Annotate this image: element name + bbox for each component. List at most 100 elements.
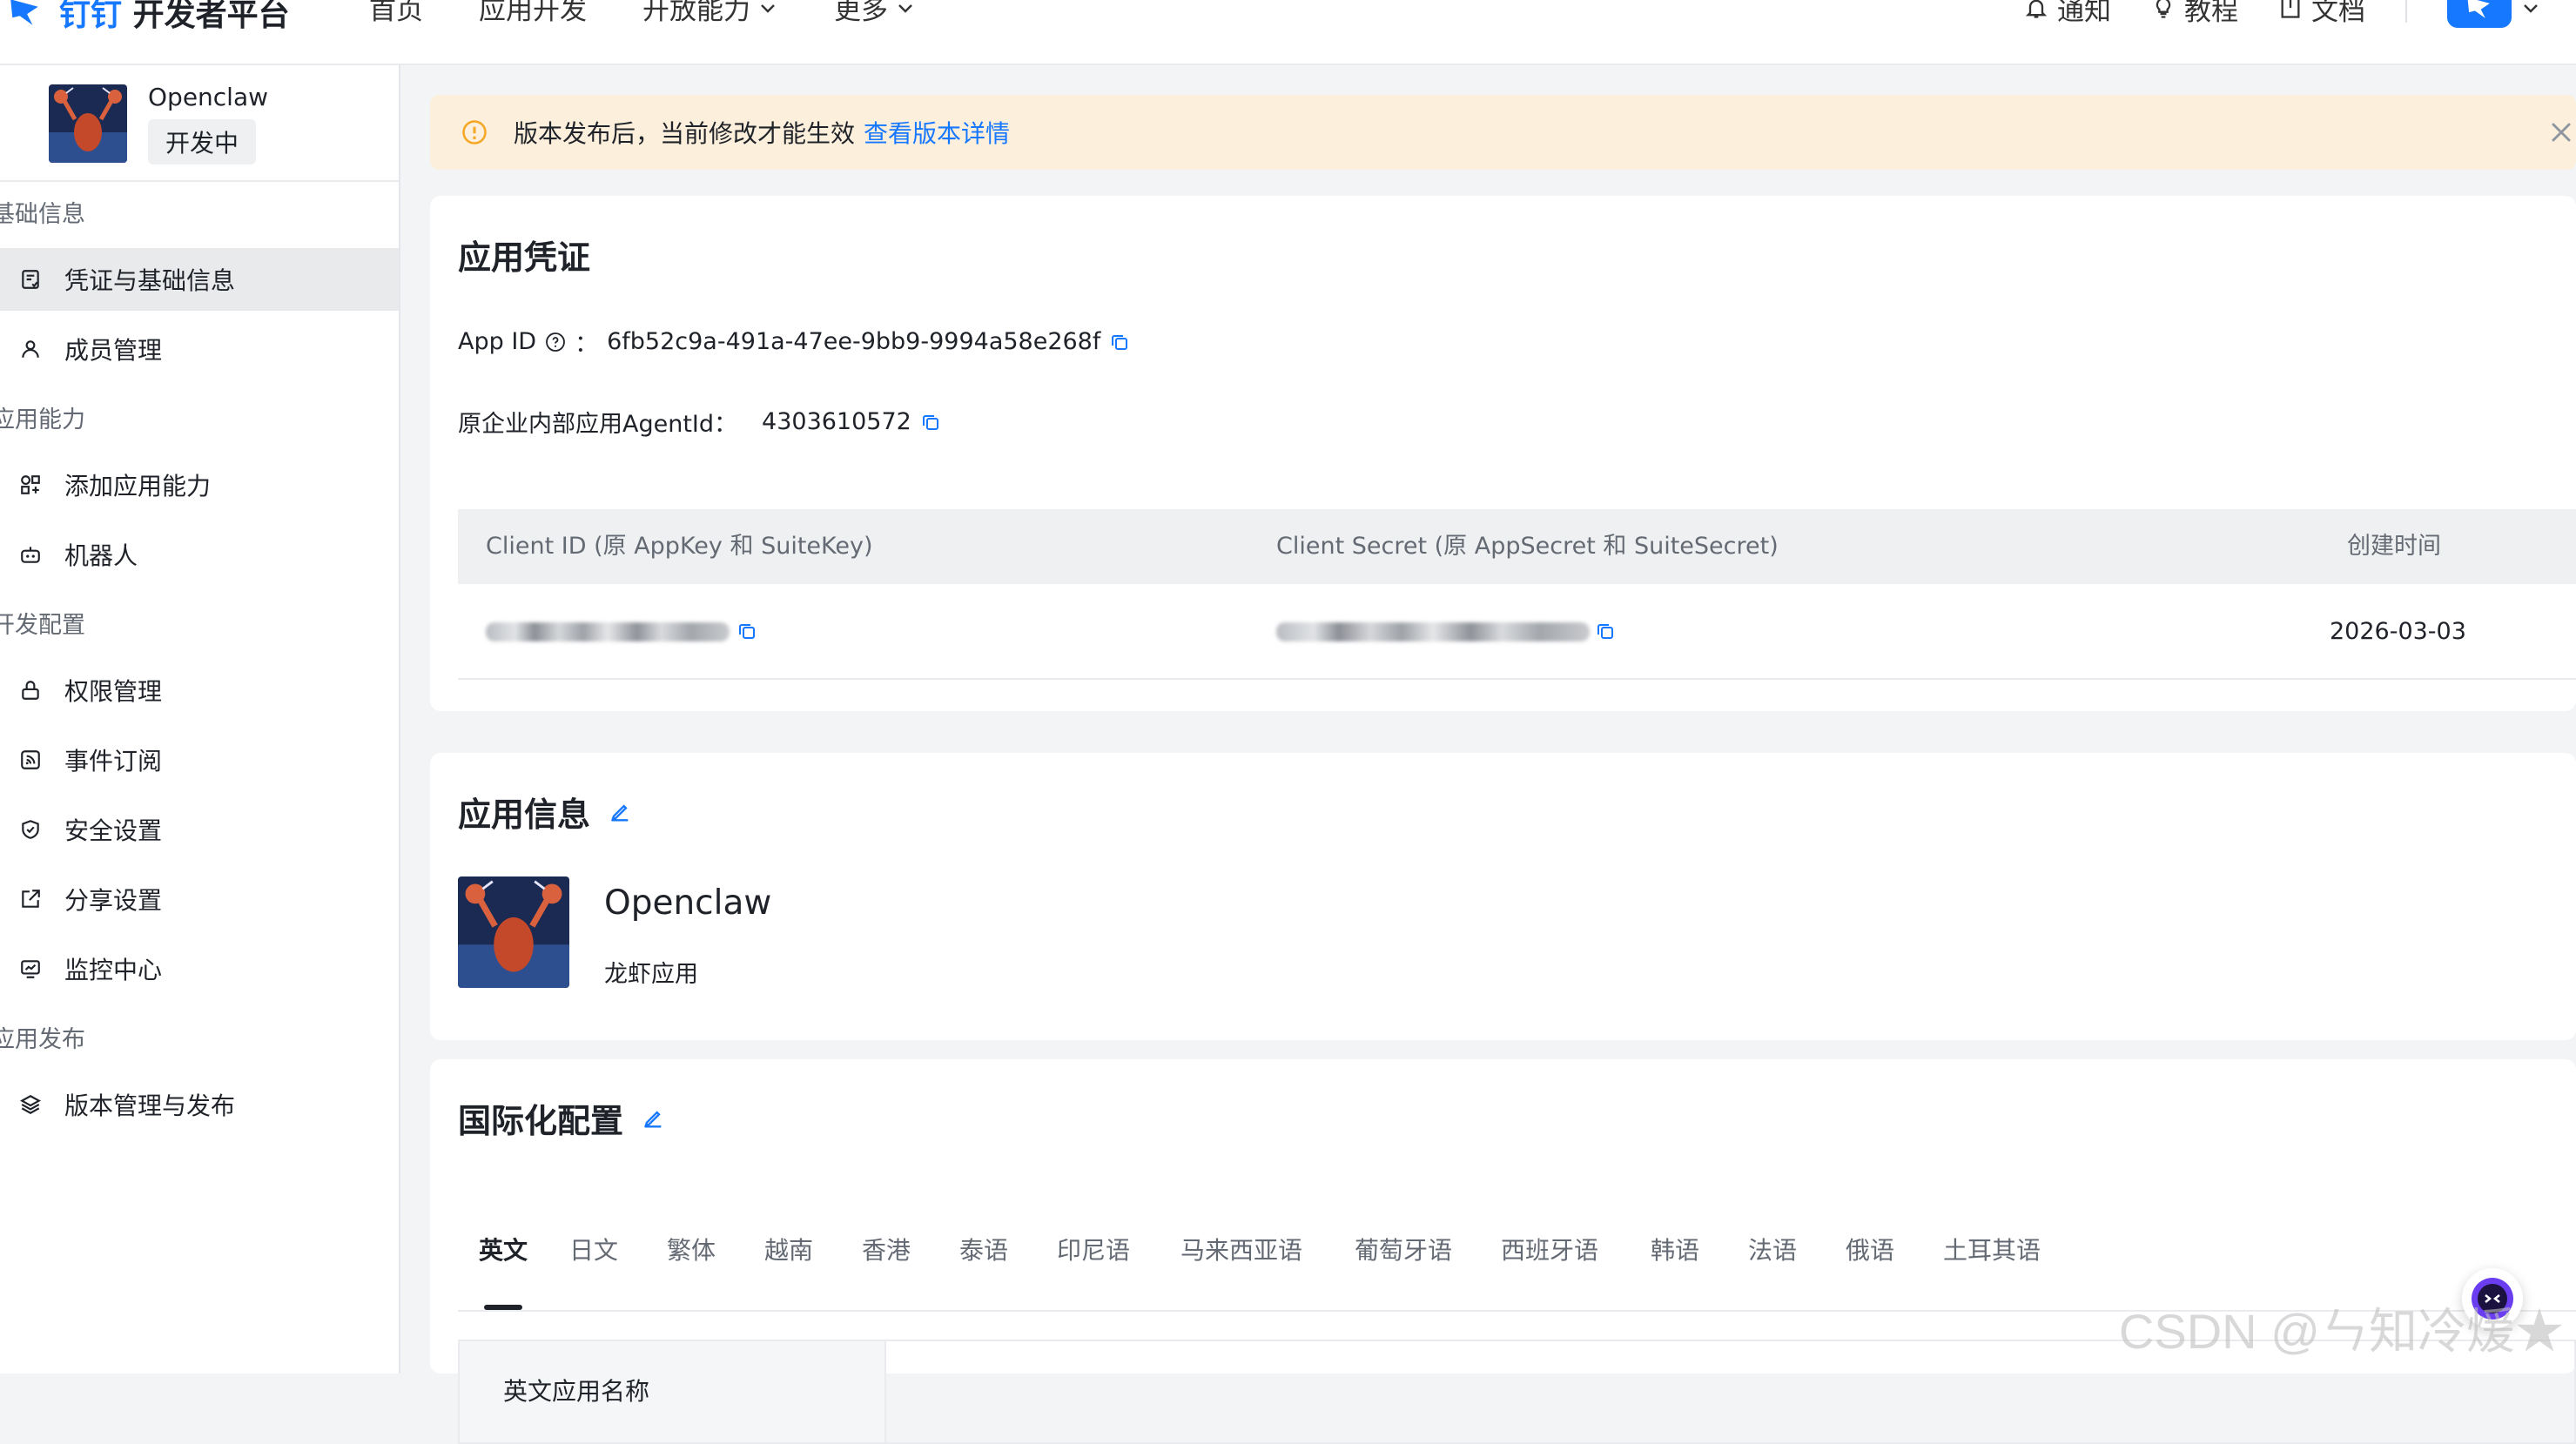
avatar[interactable]: [2447, 0, 2512, 28]
client-id-masked: [486, 622, 730, 641]
agent-id-label: 原企业内部应用AgentId：: [458, 405, 737, 439]
sidebar-item-label: 监控中心: [64, 951, 162, 986]
view-version-details-link[interactable]: 查看版本详情: [864, 115, 1010, 150]
app-id-row: App ID ： 6fb52c9a-491a-47ee-9bb9-9994a58…: [458, 325, 1130, 359]
sidebar: Openclaw 开发中 基础信息 凭证与基础信息 成员管理 应用能力 添加应用…: [0, 65, 400, 1373]
nav-app-dev[interactable]: 应用开发: [479, 0, 587, 27]
shield-icon: [19, 818, 42, 841]
edit-icon[interactable]: [608, 800, 632, 824]
app-name: Openclaw: [604, 883, 771, 923]
user-menu[interactable]: [2447, 0, 2541, 28]
watermark: CSDN @ㄣ知冷煖★: [2119, 1293, 2564, 1363]
release-notice: 版本发布后，当前修改才能生效 查看版本详情: [430, 95, 2576, 170]
copy-icon[interactable]: [920, 412, 941, 433]
notice-text: 版本发布后，当前修改才能生效: [514, 115, 855, 150]
top-nav: 首页 应用开发 开放能力 更多: [369, 0, 916, 27]
sidebar-group-capability: 应用能力: [0, 387, 399, 453]
app-thumbnail: [49, 84, 127, 163]
tab-hongkong[interactable]: 香港: [862, 1232, 911, 1266]
dingtalk-logo-icon: [2465, 0, 2494, 23]
tab-korean[interactable]: 韩语: [1651, 1232, 1699, 1266]
close-icon[interactable]: [2546, 118, 2576, 147]
docs-button[interactable]: 文档: [2278, 0, 2365, 28]
tab-thai[interactable]: 泰语: [959, 1232, 1008, 1266]
app-id-separator: ：: [575, 325, 598, 359]
sidebar-item-label: 凭证与基础信息: [64, 262, 235, 297]
chevron-down-icon: [757, 0, 778, 18]
credential-icon: [19, 268, 42, 291]
brand[interactable]: 钉钉 开发者平台: [7, 0, 290, 35]
sidebar-item-label: 成员管理: [64, 332, 162, 366]
tab-portuguese[interactable]: 葡萄牙语: [1355, 1232, 1452, 1266]
lightbulb-icon: [2151, 0, 2176, 20]
tab-vietnamese[interactable]: 越南: [764, 1232, 813, 1266]
info-icon: [461, 119, 488, 145]
tab-french[interactable]: 法语: [1748, 1232, 1797, 1266]
sidebar-app-header: Openclaw 开发中: [0, 65, 399, 182]
sidebar-item-add-capability[interactable]: 添加应用能力: [0, 453, 399, 516]
column-created: 创建时间: [2347, 509, 2441, 584]
sidebar-item-security[interactable]: 安全设置: [0, 798, 399, 861]
tab-malay[interactable]: 马来西亚语: [1180, 1232, 1302, 1266]
i18n-title: 国际化配置: [458, 1094, 665, 1142]
tab-japanese[interactable]: 日文: [569, 1232, 618, 1266]
tutorial-button[interactable]: 教程: [2151, 0, 2238, 28]
lock-icon: [19, 679, 42, 702]
rss-icon: [19, 749, 42, 771]
sidebar-item-label: 添加应用能力: [64, 467, 211, 502]
tab-traditional[interactable]: 繁体: [667, 1232, 716, 1266]
agent-id-row: 原企业内部应用AgentId： 4303610572: [458, 405, 941, 439]
layers-icon: [19, 1093, 42, 1116]
sidebar-group-release: 应用发布: [0, 1007, 399, 1073]
column-client-secret: Client Secret (原 AppSecret 和 SuiteSecret…: [1276, 509, 1779, 584]
tab-indonesian[interactable]: 印尼语: [1057, 1232, 1130, 1266]
app-description: 龙虾应用: [604, 955, 698, 989]
credentials-card: 应用凭证 App ID ： 6fb52c9a-491a-47ee-9bb9-99…: [430, 196, 2576, 711]
english-name-label: 英文应用名称: [503, 1373, 649, 1407]
column-client-id: Client ID (原 AppKey 和 SuiteKey): [486, 509, 873, 584]
sidebar-group-dev-config: 开发配置: [0, 593, 399, 659]
share-icon: [19, 888, 42, 910]
status-badge: 开发中: [148, 119, 256, 165]
created-date: 2026-03-03: [2330, 584, 2466, 680]
divider: [2405, 0, 2407, 23]
sidebar-item-label: 事件订阅: [64, 742, 162, 777]
sidebar-item-share[interactable]: 分享设置: [0, 868, 399, 930]
notify-button[interactable]: 通知: [2024, 0, 2111, 28]
top-bar: 钉钉 开发者平台 首页 应用开发 开放能力 更多 通知 教程 文档: [0, 0, 2576, 65]
app-info-title: 应用信息: [458, 788, 632, 836]
client-secret-masked: [1276, 622, 1590, 641]
sidebar-item-robot[interactable]: 机器人: [0, 523, 399, 586]
table-row: 2026-03-03: [458, 584, 2576, 680]
chevron-down-icon: [895, 0, 916, 18]
edit-icon[interactable]: [641, 1106, 665, 1131]
sidebar-item-label: 机器人: [64, 537, 138, 572]
document-icon: [2278, 0, 2303, 20]
app-id-value: 6fb52c9a-491a-47ee-9bb9-9994a58e268f: [607, 328, 1100, 355]
nav-more[interactable]: 更多: [834, 0, 916, 27]
sidebar-item-members[interactable]: 成员管理: [0, 318, 399, 380]
nav-open-capability[interactable]: 开放能力: [642, 0, 778, 27]
tab-turkish[interactable]: 土耳其语: [1943, 1232, 2041, 1266]
app-id-label: App ID: [458, 328, 536, 355]
form-label-cell: 英文应用名称: [460, 1341, 886, 1442]
credentials-table: Client ID (原 AppKey 和 SuiteKey) Client S…: [458, 509, 2576, 680]
main-content: 版本发布后，当前修改才能生效 查看版本详情 应用凭证 App ID ： 6fb5…: [402, 65, 2576, 1373]
sidebar-item-versions[interactable]: 版本管理与发布: [0, 1073, 399, 1136]
user-icon: [19, 338, 42, 360]
tab-spanish[interactable]: 西班牙语: [1501, 1232, 1598, 1266]
sidebar-item-monitor[interactable]: 监控中心: [0, 937, 399, 1000]
active-tab-indicator: [484, 1305, 522, 1310]
sidebar-item-events[interactable]: 事件订阅: [0, 729, 399, 791]
sidebar-item-credentials[interactable]: 凭证与基础信息: [0, 248, 399, 311]
nav-home[interactable]: 首页: [369, 0, 423, 27]
tab-english[interactable]: 英文: [479, 1232, 528, 1266]
tab-russian[interactable]: 俄语: [1846, 1232, 1894, 1266]
copy-icon[interactable]: [1595, 621, 1616, 641]
chevron-down-icon: [2520, 0, 2541, 18]
copy-icon[interactable]: [1109, 332, 1130, 353]
help-icon[interactable]: [545, 332, 566, 353]
sidebar-item-permissions[interactable]: 权限管理: [0, 659, 399, 722]
copy-icon[interactable]: [736, 621, 757, 641]
brand-title: 钉钉 开发者平台: [59, 0, 290, 35]
